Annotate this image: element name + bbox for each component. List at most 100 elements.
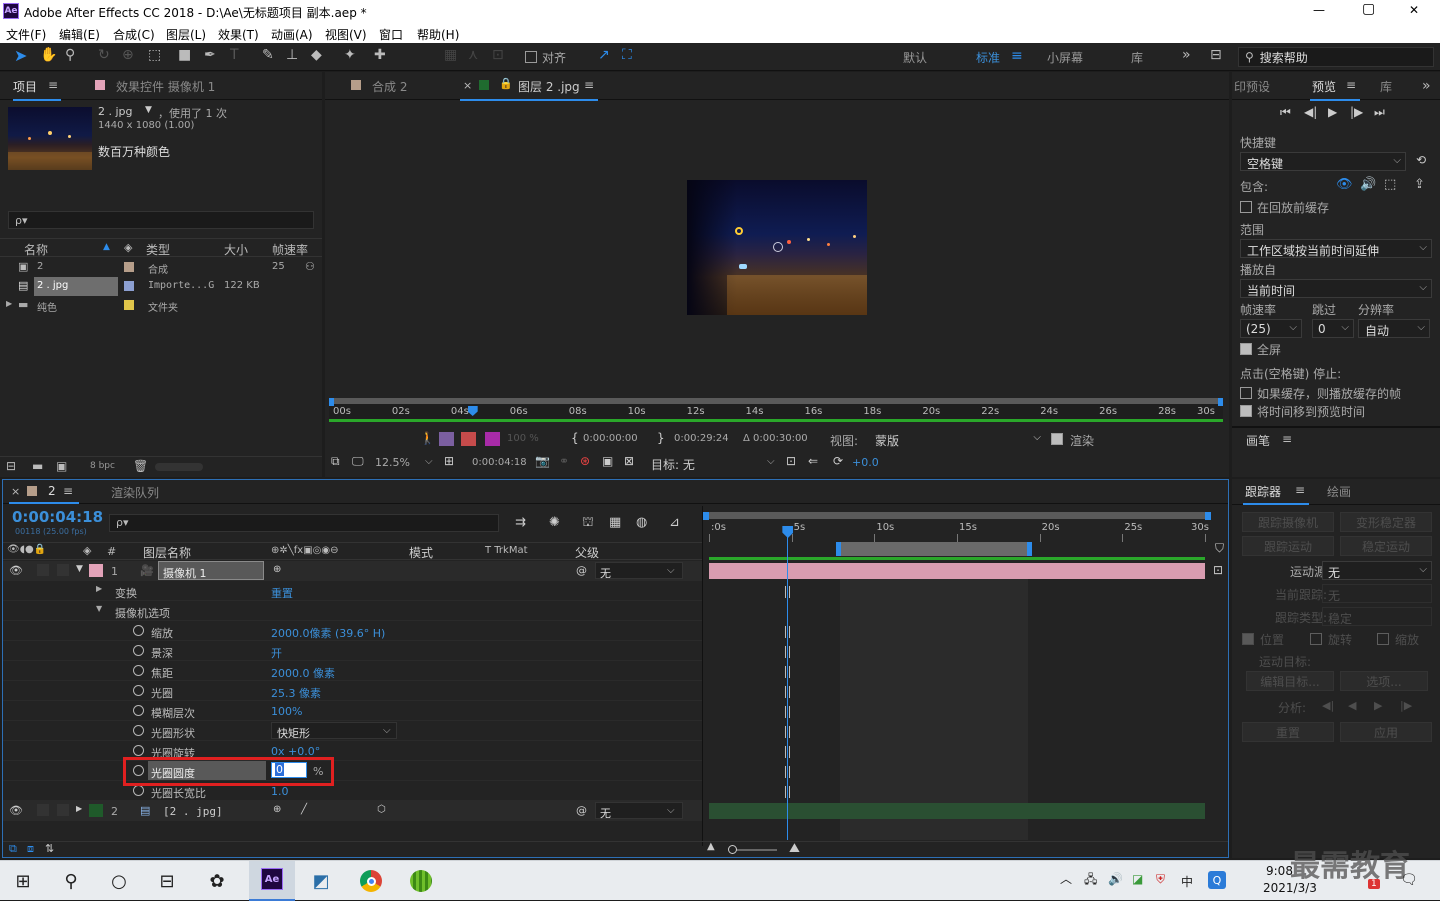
- tab-timeline-comp[interactable]: 2: [48, 484, 56, 498]
- stopwatch-icon[interactable]: [133, 625, 144, 636]
- axis-local-icon[interactable]: ▦: [444, 48, 457, 62]
- more-workspaces-icon[interactable]: »: [1182, 48, 1191, 62]
- zoom-out-icon[interactable]: ▲: [707, 842, 715, 852]
- in-point-time[interactable]: 0:00:00:00: [583, 433, 638, 444]
- show-hidden-icons-icon[interactable]: ︿: [1060, 873, 1072, 885]
- fit-icon[interactable]: ⊞: [444, 455, 454, 467]
- navigator-start[interactable]: [703, 512, 709, 520]
- layer-row-camera[interactable]: 👁 ▼ 1 🎥 摄像机 1 ⊕ @ 无 ⌵: [3, 561, 703, 581]
- comp-marker-bin-icon[interactable]: ⛉: [1215, 542, 1224, 554]
- stopwatch-icon[interactable]: [133, 705, 144, 716]
- layer-bar-image[interactable]: [709, 803, 1205, 819]
- edit-target-button[interactable]: 编辑目标...: [1246, 671, 1334, 691]
- keyframe-marker[interactable]: [785, 706, 791, 718]
- layer-row-image[interactable]: 👁 ▶ 2 ▤ [2 . jpg] ⊕ ╱ ⬡ @ 无 ⌵: [3, 801, 703, 821]
- tab-layer[interactable]: 图层 2 .jpg: [518, 78, 580, 95]
- col-name[interactable]: 名称: [24, 241, 48, 258]
- zoom-in-icon[interactable]: ⛰: [789, 842, 800, 855]
- keyframe-marker[interactable]: [785, 746, 791, 758]
- timeline-search-input[interactable]: ρ▾: [109, 514, 499, 532]
- zoom-chevron-down-icon[interactable]: ⌵: [425, 456, 433, 467]
- draft-3d-icon[interactable]: ✺: [549, 516, 560, 529]
- layer-bar-camera[interactable]: [709, 563, 1205, 579]
- tab-presets[interactable]: 印预设: [1234, 78, 1270, 95]
- keyframe-marker[interactable]: [785, 666, 791, 678]
- navigator-end[interactable]: [1205, 512, 1211, 520]
- keyframe-marker[interactable]: [785, 766, 791, 778]
- tab-composition[interactable]: 合成 2: [372, 78, 407, 95]
- keyframe-marker[interactable]: [785, 626, 791, 638]
- menu-composition[interactable]: 合成(C): [113, 26, 155, 43]
- expand-arrow-icon[interactable]: ▶: [76, 805, 82, 813]
- project-item-row[interactable]: ▤ 2 . jpg Importe...G 122 KB: [0, 277, 322, 296]
- snap-features-icon[interactable]: ⛶: [622, 48, 632, 62]
- clock-time[interactable]: 9:08: [1266, 864, 1293, 878]
- puppet-tool-icon[interactable]: ✚: [374, 48, 386, 62]
- tab-preview[interactable]: 预览: [1312, 78, 1336, 95]
- workspace-standard[interactable]: 标准: [976, 49, 1000, 66]
- comp-button-icon[interactable]: ⊡: [1213, 564, 1223, 576]
- fps-select[interactable]: (25) ⌵: [1240, 319, 1302, 338]
- task-view-icon[interactable]: ⊟: [152, 867, 182, 895]
- out-point-bracket[interactable]: }: [657, 431, 665, 445]
- expand-arrow-icon[interactable]: ▶: [6, 300, 12, 308]
- panel-menu-icon[interactable]: ≡: [48, 79, 58, 91]
- rotation-checkbox[interactable]: [1310, 633, 1322, 645]
- tab-libraries[interactable]: 库: [1380, 78, 1392, 95]
- shy-layers-icon[interactable]: ⛫: [582, 516, 594, 529]
- stabilize-motion-button[interactable]: 稳定运动: [1340, 536, 1432, 556]
- windows-start-icon[interactable]: ⊞: [8, 867, 38, 895]
- property-value[interactable]: 25.3 像素: [271, 685, 321, 701]
- opacity-value[interactable]: 100 %: [507, 433, 539, 444]
- show-snapshot-icon[interactable]: ⚭: [559, 455, 569, 467]
- cortana-icon[interactable]: ○: [104, 867, 134, 895]
- motion-blur-icon[interactable]: ◍: [636, 516, 647, 529]
- more-panels-icon[interactable]: »: [1422, 79, 1431, 93]
- lock-icon[interactable]: 🔒: [499, 78, 513, 89]
- thumbnail-slider[interactable]: [155, 463, 203, 471]
- layer-name[interactable]: [2 . jpg]: [163, 805, 223, 818]
- reset-icon[interactable]: ⟲: [1416, 154, 1426, 166]
- taskbar-ae-active[interactable]: Ae: [249, 861, 295, 901]
- col-fps[interactable]: 帧速率: [272, 241, 308, 258]
- nvidia-icon[interactable]: ◪: [1132, 873, 1143, 885]
- timeline-graph[interactable]: :0s 5s 10s 15s 20s 25s 30s ⛉ ⊡: [703, 506, 1227, 846]
- new-folder-icon[interactable]: ▬: [32, 460, 43, 472]
- col-type[interactable]: 类型: [146, 241, 170, 258]
- quality-switch-icon[interactable]: ╱: [301, 805, 307, 815]
- property-iris-aspect[interactable]: 光圈长宽比 1.0: [3, 781, 703, 801]
- col-trkmat[interactable]: T TrkMat: [485, 545, 528, 556]
- next-frame-icon[interactable]: |▶: [1350, 106, 1363, 118]
- render-checkbox[interactable]: [1051, 433, 1063, 445]
- stopwatch-icon[interactable]: [133, 745, 144, 756]
- analyze-forward-frame-icon[interactable]: |▶: [1400, 700, 1412, 711]
- rectangle-tool-icon[interactable]: ■: [178, 48, 191, 62]
- notes-app-icon[interactable]: ◩: [306, 867, 336, 895]
- color-swatch[interactable]: [485, 432, 500, 446]
- label-column-icon[interactable]: ◈: [124, 242, 132, 253]
- 3d-layer-switch-icon[interactable]: ⬡: [377, 805, 386, 815]
- work-area-end[interactable]: [1218, 398, 1223, 406]
- col-size[interactable]: 大小: [224, 241, 248, 258]
- property-value[interactable]: 2000.0像素 (39.6° H): [271, 625, 385, 641]
- track-motion-button[interactable]: 跟踪运动: [1242, 536, 1334, 556]
- stopwatch-icon[interactable]: [133, 725, 144, 736]
- workspace-menu-icon[interactable]: ≡: [1011, 49, 1023, 63]
- draft-3d-switch[interactable]: [461, 432, 476, 446]
- eraser-tool-icon[interactable]: ◆: [311, 48, 322, 62]
- comp-mini-flowchart-icon[interactable]: ⇉: [515, 516, 526, 529]
- work-area-start[interactable]: [836, 542, 841, 556]
- clone-stamp-tool-icon[interactable]: ⊥: [286, 48, 298, 62]
- timeline-timecode[interactable]: 0:00:04:18: [12, 508, 103, 526]
- keyframe-marker[interactable]: [785, 646, 791, 658]
- camera-tool-icon[interactable]: ⊕: [122, 48, 134, 62]
- adjust-exposure-icon[interactable]: ⇐: [808, 455, 818, 467]
- target-select[interactable]: 目标: 无: [651, 456, 695, 473]
- flowchart-icon[interactable]: ⚇: [305, 261, 315, 272]
- motion-source-select[interactable]: 无 ⌵: [1322, 561, 1432, 580]
- layer-switches-icon[interactable]: ⧉: [9, 843, 17, 854]
- maximize-button[interactable]: ▢: [1362, 1, 1375, 17]
- layer-image[interactable]: [687, 180, 867, 315]
- expand-arrow-icon[interactable]: ▶: [96, 585, 102, 593]
- brush-tool-icon[interactable]: ✎: [262, 48, 274, 62]
